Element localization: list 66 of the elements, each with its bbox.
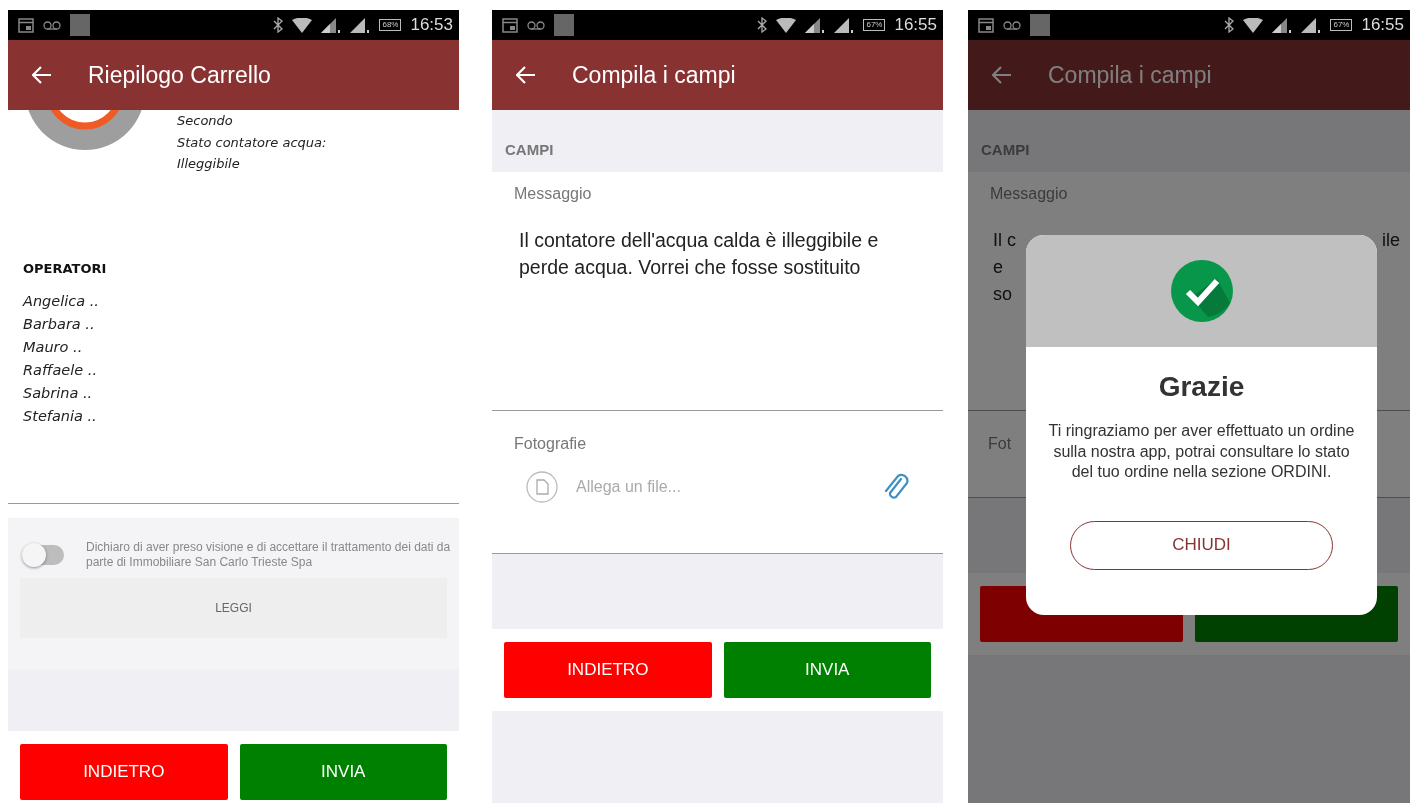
send-button[interactable]: INVIA (723, 642, 931, 698)
read-button[interactable]: LEGGI (20, 578, 447, 638)
back-arrow-icon[interactable] (516, 66, 536, 84)
back-button[interactable]: INDIETRO (20, 744, 228, 800)
calendar-icon (978, 17, 994, 33)
field-label: Messaggio (514, 185, 592, 203)
message-text: so (993, 283, 1012, 306)
consent-toggle[interactable] (24, 545, 64, 565)
voicemail-icon (1003, 20, 1021, 30)
bluetooth-icon (757, 17, 768, 33)
bluetooth-icon (1224, 17, 1235, 33)
section-heading: OPERATORI (23, 260, 107, 276)
voicemail-icon (43, 20, 61, 30)
file-icon (526, 471, 558, 503)
signal-icon (1301, 17, 1322, 33)
notification-square-icon (1030, 14, 1050, 36)
message-field[interactable]: Il contatore dell'acqua calda è illeggibile e perde acqua. Vorrei che fosse sostituito (519, 227, 909, 347)
calendar-icon (18, 17, 34, 33)
clock-time: 16:55 (894, 15, 937, 35)
operator-name: Stefania .. (23, 406, 97, 426)
signal-icon (350, 17, 371, 33)
wifi-icon (776, 17, 797, 33)
battery-indicator: 68% (379, 19, 402, 31)
dialog-title: Grazie (1158, 371, 1245, 403)
operator-name: Angelica .. (23, 291, 99, 311)
back-arrow-icon[interactable] (992, 66, 1012, 84)
battery-indicator: 67% (1330, 19, 1353, 31)
send-button[interactable]: INVIA (239, 744, 447, 800)
signal-icon (834, 17, 855, 33)
operator-name: Raffaele .. (23, 360, 97, 380)
notification-square-icon (70, 14, 90, 36)
operator-name: Barbara .. (23, 314, 95, 334)
clock-time: 16:53 (410, 15, 453, 35)
field-label: Fotografie (514, 435, 587, 453)
field-label: Fot (988, 435, 1012, 453)
calendar-icon (502, 17, 518, 33)
detail-text: Secondo (177, 112, 234, 130)
back-button[interactable]: INDIETRO (504, 642, 712, 698)
detail-text: Illeggibile (177, 155, 241, 173)
battery-indicator: 67% (863, 19, 886, 31)
screen-title: Riepilogo Carrello (88, 61, 271, 89)
check-circle-icon (1169, 259, 1234, 323)
message-text: ile (1382, 229, 1400, 252)
message-text: e (993, 256, 1003, 279)
signal-icon (805, 17, 826, 33)
signal-icon (1272, 17, 1293, 33)
screen-title: Compila i campi (1048, 61, 1212, 89)
voicemail-icon (527, 20, 545, 30)
screen-title: Compila i campi (572, 61, 736, 89)
wifi-icon (292, 17, 313, 33)
section-heading: CAMPI (505, 141, 554, 158)
close-button[interactable]: CHIUDI (1070, 520, 1333, 570)
back-arrow-icon[interactable] (32, 66, 52, 84)
notification-square-icon (554, 14, 574, 36)
signal-icon (321, 17, 342, 33)
clock-time: 16:55 (1361, 15, 1404, 35)
dialog-message: Ti ringraziamo per aver effettuato un ordine sulla nostra app, potrai consultare lo stato del tuo ordine nella sezione ORDINI. (1047, 421, 1356, 482)
message-text: Il c (993, 229, 1016, 252)
consent-text: Dichiaro di aver preso visione e di accettare il trattamento dei dati da parte di Immobiliare San Carlo Trieste Spa (86, 540, 452, 570)
field-label: Messaggio (990, 185, 1068, 203)
wifi-icon (1243, 17, 1264, 33)
bluetooth-icon (273, 17, 284, 33)
detail-text: Stato contatore acqua: (177, 133, 327, 152)
operator-name: Sabrina .. (23, 383, 93, 403)
section-heading: CAMPI (981, 141, 1030, 158)
operator-name: Mauro .. (23, 337, 83, 357)
